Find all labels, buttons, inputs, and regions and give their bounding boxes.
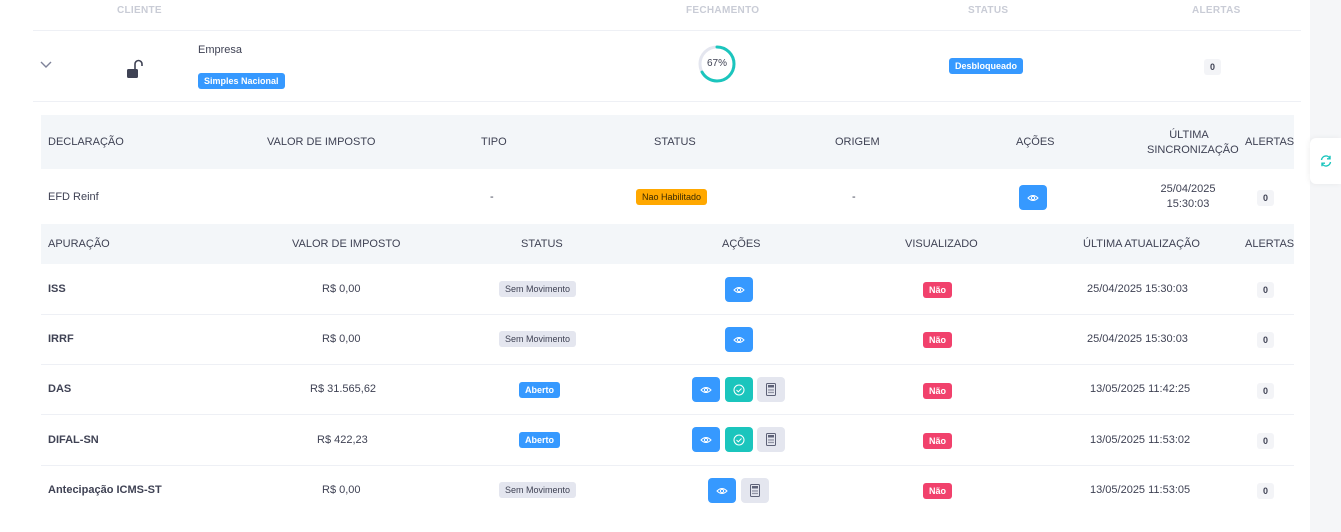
check-circle-icon	[733, 434, 745, 445]
row-divider	[41, 465, 1294, 466]
confirm-button[interactable]	[725, 377, 753, 402]
th-declaracao: DECLARAÇÃO	[48, 136, 124, 148]
col-head-alertas: ALERTAS	[1192, 5, 1241, 16]
apuracao-valor: R$ 422,23	[317, 434, 368, 446]
calculator-button[interactable]	[757, 427, 785, 452]
refresh-tab[interactable]	[1310, 138, 1341, 184]
divider	[33, 101, 1301, 102]
th-ultima-atualizacao: ÚLTIMA ATUALIZAÇÃO	[1083, 238, 1200, 250]
apuracao-status-badge: Aberto	[519, 382, 560, 398]
declaracao-name: EFD Reinf	[48, 191, 99, 203]
th-apuracao-valor: VALOR DE IMPOSTO	[292, 238, 401, 250]
apuracao-name: DIFAL-SN	[48, 434, 99, 446]
status-badge: Desbloqueado	[949, 58, 1024, 74]
calculator-icon	[766, 383, 776, 396]
th-alertas: ALERTAS	[1245, 136, 1295, 148]
declaracao-origem: -	[852, 191, 856, 203]
view-button[interactable]	[692, 427, 720, 452]
eye-icon	[700, 436, 712, 443]
visualizado-badge: Não	[923, 383, 953, 399]
visualizado-badge: Não	[923, 332, 953, 348]
th-tipo: TIPO	[481, 136, 507, 148]
ultima-atualizacao: 13/05/2025 11:53:05	[1090, 484, 1191, 496]
apuracao-valor: R$ 0,00	[322, 484, 361, 496]
apuracao-status-badge: Sem Movimento	[499, 331, 577, 347]
col-head-status: STATUS	[968, 5, 1009, 16]
apuracao-status-badge: Aberto	[519, 432, 560, 448]
client-card: CLIENTE FECHAMENTO STATUS ALERTAS Empres…	[0, 0, 1310, 532]
calculator-icon	[766, 433, 776, 446]
apuracao-name: ISS	[48, 283, 66, 295]
apuracao-status-badge: Sem Movimento	[499, 281, 577, 297]
th-apuracao-alertas: ALERTAS	[1245, 238, 1295, 250]
view-button[interactable]	[1019, 185, 1047, 210]
th-ultima-sync-1: ÚLTIMA	[1169, 129, 1209, 141]
declaracao-alert-count: 0	[1257, 190, 1275, 206]
calculator-button[interactable]	[757, 377, 785, 402]
eye-icon	[716, 487, 728, 494]
apuracao-valor: R$ 0,00	[322, 283, 361, 295]
th-apuracao-acoes: AÇÕES	[722, 238, 761, 250]
visualizado-badge: Não	[923, 483, 953, 499]
alert-count: 0	[1204, 59, 1222, 75]
calculator-icon	[750, 484, 760, 497]
eye-icon	[733, 286, 745, 293]
apuracao-alert-count: 0	[1257, 383, 1275, 399]
col-head-cliente: CLIENTE	[117, 5, 162, 16]
apuracao-name: Antecipação ICMS-ST	[48, 484, 162, 496]
th-apuracao-status: STATUS	[521, 238, 563, 250]
row-divider	[41, 414, 1294, 415]
view-button[interactable]	[725, 277, 753, 302]
view-button[interactable]	[692, 377, 720, 402]
th-ultima-sync-2: SINCRONIZAÇÃO	[1147, 144, 1239, 156]
ultima-atualizacao: 25/04/2025 15:30:03	[1087, 283, 1188, 295]
view-button[interactable]	[725, 327, 753, 352]
ultima-atualizacao: 13/05/2025 11:42:25	[1090, 383, 1191, 395]
th-origem: ORIGEM	[835, 136, 880, 148]
apuracao-alert-count: 0	[1257, 483, 1275, 499]
apuracao-name: IRRF	[48, 333, 74, 345]
declaracao-status-badge: Nao Habilitado	[636, 189, 708, 205]
client-name: Empresa	[198, 44, 243, 56]
th-valor: VALOR DE IMPOSTO	[267, 136, 376, 148]
visualizado-badge: Não	[923, 433, 953, 449]
th-status: STATUS	[654, 136, 696, 148]
apuracao-valor: R$ 31.565,62	[310, 383, 377, 395]
apuracao-valor: R$ 0,00	[322, 333, 361, 345]
row-divider	[41, 314, 1294, 315]
calculator-button[interactable]	[741, 478, 769, 503]
client-row[interactable]: Empresa Simples Nacional 67% Desbloquead…	[33, 31, 1301, 101]
declaracao-tipo: -	[490, 191, 494, 203]
visualizado-badge: Não	[923, 282, 953, 298]
apuracao-alert-count: 0	[1257, 433, 1275, 449]
regime-badge: Simples Nacional	[198, 73, 285, 89]
col-head-fechamento: FECHAMENTO	[686, 5, 760, 16]
unlocked-padlock-icon	[127, 59, 143, 78]
declaracao-sync-time: 15:30:03	[1166, 198, 1210, 210]
ultima-atualizacao: 25/04/2025 15:30:03	[1087, 333, 1188, 345]
chevron-down-icon[interactable]	[39, 57, 53, 71]
eye-icon	[733, 336, 745, 343]
fechamento-label: 67%	[706, 58, 727, 69]
apuracao-status-badge: Sem Movimento	[499, 482, 577, 498]
declaracao-sync-date: 25/04/2025	[1160, 183, 1216, 195]
th-visualizado: VISUALIZADO	[905, 238, 978, 250]
th-acoes: AÇÕES	[1016, 136, 1055, 148]
check-circle-icon	[733, 384, 745, 395]
ultima-atualizacao: 13/05/2025 11:53:02	[1090, 434, 1191, 446]
apuracao-alert-count: 0	[1257, 332, 1275, 348]
apuracao-alert-count: 0	[1257, 282, 1275, 298]
eye-icon	[700, 386, 712, 393]
apuracao-name: DAS	[48, 383, 72, 395]
view-button[interactable]	[708, 478, 736, 503]
row-divider	[41, 364, 1294, 365]
confirm-button[interactable]	[725, 427, 753, 452]
th-apuracao: APURAÇÃO	[48, 238, 110, 250]
refresh-icon	[1320, 155, 1331, 167]
eye-icon	[1027, 194, 1039, 201]
